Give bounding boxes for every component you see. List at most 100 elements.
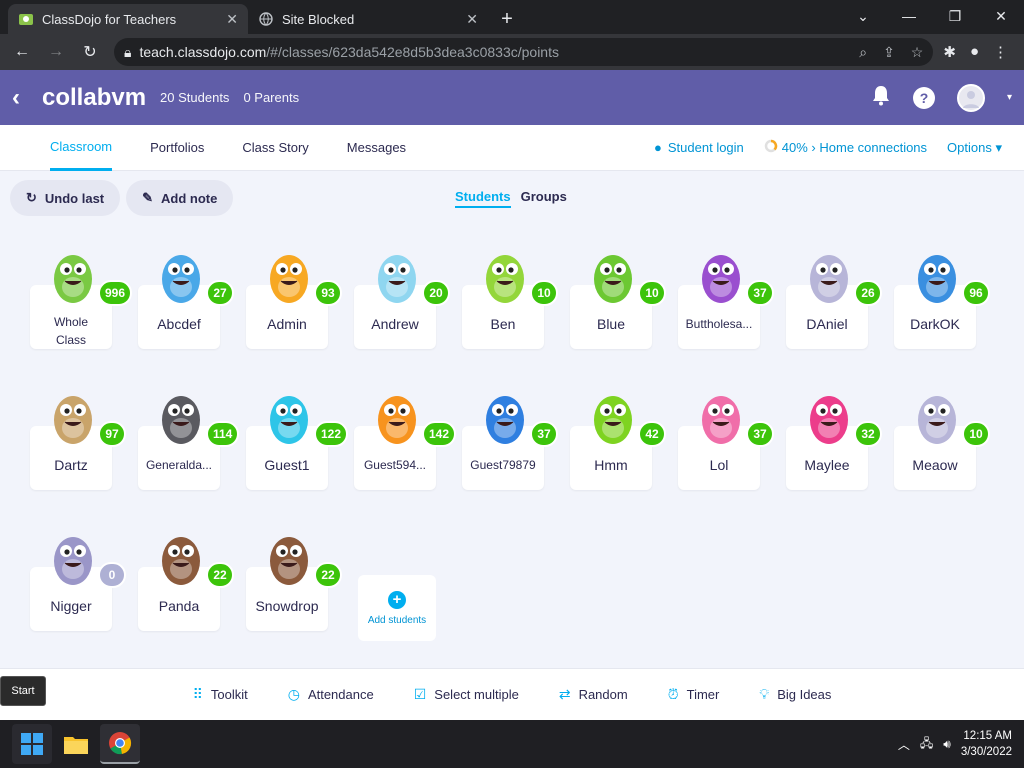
monster-avatar-icon: [54, 396, 92, 444]
profile-icon[interactable]: ●: [970, 43, 979, 61]
points-badge: 26: [854, 280, 882, 306]
user-avatar[interactable]: [956, 83, 985, 112]
student-card[interactable]: Snowdrop 22: [246, 525, 342, 635]
tab-class-story[interactable]: Class Story: [242, 125, 308, 171]
student-card[interactable]: Guest594... 142: [354, 384, 457, 494]
monster-avatar-icon: [54, 537, 92, 585]
tab-messages[interactable]: Messages: [347, 125, 406, 171]
points-badge: 142: [422, 421, 457, 447]
student-name: Whole Class: [53, 315, 88, 347]
student-card[interactable]: Panda 22: [138, 525, 234, 635]
back-chevron-icon[interactable]: ‹: [12, 84, 42, 112]
menu-kebab-icon[interactable]: ⋮: [993, 43, 1008, 61]
view-groups-tab[interactable]: Groups: [521, 189, 567, 208]
attendance-button[interactable]: ◷ Attendance: [288, 686, 374, 703]
monster-avatar-icon: [702, 255, 740, 303]
student-card[interactable]: Buttholesa... 37: [678, 243, 774, 353]
help-icon[interactable]: ?: [912, 86, 935, 109]
student-card[interactable]: DarkOK 96: [894, 243, 990, 353]
progress-ring-icon: [764, 139, 778, 156]
student-card[interactable]: Andrew 20: [354, 243, 450, 353]
close-tab-icon[interactable]: ✕: [226, 11, 238, 28]
student-card[interactable]: Hmm 42: [570, 384, 666, 494]
globe-icon: [258, 11, 274, 27]
monster-avatar-icon: [486, 255, 524, 303]
close-window-icon[interactable]: ✕: [978, 0, 1024, 32]
student-name: Generalda...: [145, 458, 213, 472]
parents-count-link[interactable]: 0 Parents: [243, 90, 299, 105]
student-name: Panda: [158, 598, 200, 614]
tray-chevron-up-icon[interactable]: ︿: [898, 736, 910, 753]
extensions-puzzle-icon[interactable]: ✱: [943, 43, 956, 61]
close-tab-icon[interactable]: ✕: [466, 11, 478, 28]
student-card[interactable]: Lol 37: [678, 384, 774, 494]
tab-classroom[interactable]: Classroom: [50, 125, 113, 171]
student-card[interactable]: Admin 93: [246, 243, 342, 353]
bookmark-star-icon[interactable]: ☆: [911, 44, 924, 61]
timer-button[interactable]: ⏰︎ Timer: [668, 686, 720, 703]
monster-avatar-icon: [378, 255, 416, 303]
plus-icon: +: [388, 590, 406, 609]
chrome-taskbar-icon[interactable]: [100, 724, 140, 764]
monster-avatar-icon: [54, 255, 92, 303]
monster-avatar-icon: [486, 396, 524, 444]
student-card[interactable]: Ben 10: [462, 243, 558, 353]
student-card[interactable]: Maylee 32: [786, 384, 882, 494]
points-badge: 97: [98, 421, 126, 447]
back-icon[interactable]: ←: [8, 38, 36, 66]
student-card[interactable]: Guest1 122: [246, 384, 349, 494]
reload-icon[interactable]: ↻: [76, 38, 104, 66]
student-card[interactable]: Nigger 0: [30, 525, 126, 635]
forward-icon[interactable]: →: [42, 38, 70, 66]
toolkit-button[interactable]: ⠿ Toolkit: [193, 686, 248, 703]
url-field[interactable]: 🔒︎ teach.classdojo.com/#/classes/623da54…: [114, 38, 934, 66]
points-badge: 22: [206, 562, 234, 588]
browser-tab-site-blocked[interactable]: Site Blocked ✕: [248, 4, 488, 34]
monster-avatar-icon: [270, 537, 308, 585]
view-students-tab[interactable]: Students: [455, 189, 511, 208]
home-connections-link[interactable]: 40% › Home connections: [764, 139, 927, 156]
tab-portfolios[interactable]: Portfolios: [150, 125, 204, 171]
points-badge: 10: [638, 280, 666, 306]
student-name: DAniel: [806, 316, 848, 332]
tab-title: ClassDojo for Teachers: [42, 11, 177, 27]
monster-avatar-icon: [270, 396, 308, 444]
student-card[interactable]: Dartz 97: [30, 384, 126, 494]
zoom-icon[interactable]: ⌕: [859, 44, 867, 61]
restore-icon[interactable]: ❐: [932, 0, 978, 32]
volume-icon[interactable]: 🔊︎: [943, 737, 951, 752]
big-ideas-button[interactable]: 💡︎ Big Ideas: [759, 686, 831, 703]
select-multiple-button[interactable]: ☑ Select multiple: [414, 686, 519, 703]
tab-search-icon[interactable]: ⌄: [840, 0, 886, 32]
browser-tab-classdojo[interactable]: ClassDojo for Teachers ✕: [8, 4, 248, 34]
student-name: Maylee: [804, 457, 850, 473]
random-button[interactable]: ⇄ Random: [559, 686, 628, 703]
new-tab-button[interactable]: +: [492, 4, 522, 34]
windows-start-icon[interactable]: [12, 724, 52, 764]
add-students-button[interactable]: + Add students: [358, 575, 436, 641]
minimize-icon[interactable]: —: [886, 0, 932, 32]
network-icon[interactable]: 🖧︎: [920, 734, 933, 755]
monster-avatar-icon: [810, 255, 848, 303]
notification-bell-icon[interactable]: [871, 84, 891, 111]
student-card[interactable]: Guest79879 37: [462, 384, 558, 494]
points-badge: 37: [746, 280, 774, 306]
students-count-link[interactable]: 20 Students: [160, 90, 229, 105]
student-card[interactable]: Generalda... 114: [138, 384, 240, 494]
add-note-button[interactable]: ✎ Add note: [126, 180, 234, 216]
student-card[interactable]: Whole Class 996: [30, 243, 133, 353]
file-explorer-icon[interactable]: [56, 724, 96, 764]
options-dropdown[interactable]: Options ▾: [947, 140, 1002, 156]
taskbar-clock[interactable]: 12:15 AM 3/30/2022: [961, 728, 1012, 760]
monster-avatar-icon: [918, 255, 956, 303]
student-card[interactable]: Abcdef 27: [138, 243, 234, 353]
share-icon[interactable]: ⇪: [883, 44, 895, 61]
start-tooltip: Start: [0, 676, 46, 706]
student-card[interactable]: Blue 10: [570, 243, 666, 353]
account-chevron-down-icon[interactable]: ▾: [1007, 92, 1012, 103]
student-login-link[interactable]: ● Student login: [654, 140, 744, 155]
undo-last-button[interactable]: ↻ Undo last: [10, 180, 121, 216]
student-card[interactable]: DAniel 26: [786, 243, 882, 353]
student-card[interactable]: Meaow 10: [894, 384, 990, 494]
points-badge: 122: [314, 421, 349, 447]
